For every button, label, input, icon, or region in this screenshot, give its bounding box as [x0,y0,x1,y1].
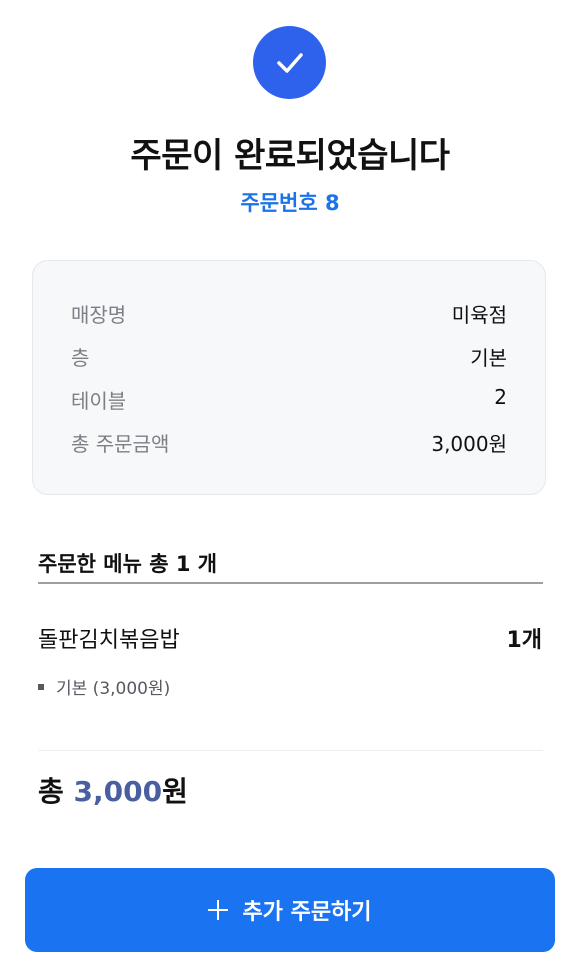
menu-item-quantity: 1개 [506,628,542,653]
info-value: 미육점 [451,303,507,327]
menu-section-header: 주문한 메뉴 총 1 개 [38,548,543,584]
total-row: 총 3,000원 [38,770,188,810]
menu-item-option: 기본 (3,000원) [38,674,170,699]
order-number: 주문번호 8 [240,191,340,215]
info-row-floor: 층 기본 [71,342,507,371]
total-unit: 원 [162,775,188,808]
page-title: 주문이 완료되었습니다 [130,136,450,176]
option-label: 기본 (3,000원) [56,679,171,699]
plus-icon [208,900,229,920]
order-info-card: 매장명 미육점 층 기본 테이블 2 총 주문금액 3,000원 [32,260,546,495]
info-value: 2 [494,385,507,409]
menu-item-name: 돌판김치볶음밥 [38,628,180,653]
info-label: 총 주문금액 [71,432,170,456]
check-icon [276,52,303,73]
total-label: 총 [38,775,64,808]
info-row-store: 매장명 미육점 [71,299,507,328]
info-label: 테이블 [71,389,127,413]
total-amount: 3,000 [73,775,163,808]
info-value: 3,000원 [431,432,507,456]
check-circle-icon [253,26,326,99]
info-row-table: 테이블 2 [71,385,507,414]
info-row-total: 총 주문금액 3,000원 [71,428,507,457]
add-order-button[interactable]: 추가 주문하기 [25,868,555,952]
info-label: 매장명 [71,303,127,327]
info-label: 층 [71,346,90,370]
divider [38,750,543,751]
add-order-label: 추가 주문하기 [242,900,372,925]
bullet-icon [38,683,44,690]
info-value: 기본 [470,346,507,370]
